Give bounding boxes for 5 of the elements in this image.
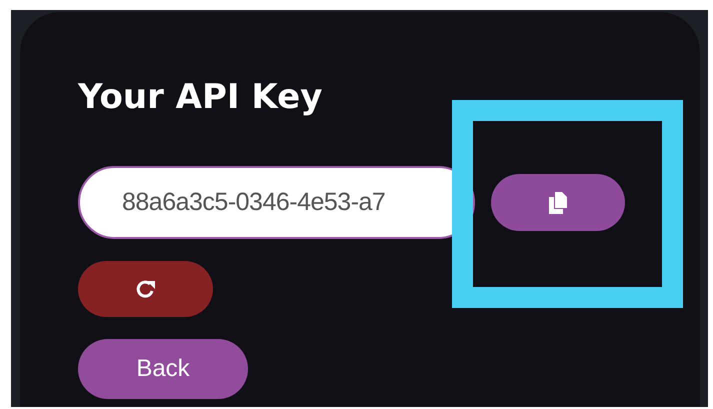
copy-icon (549, 192, 567, 214)
refresh-icon (136, 280, 154, 298)
api-key-field[interactable]: 88a6a3c5-0346-4e53-a7 (78, 166, 475, 239)
heading: Your API Key (78, 76, 322, 118)
back-button[interactable]: Back (78, 339, 248, 399)
